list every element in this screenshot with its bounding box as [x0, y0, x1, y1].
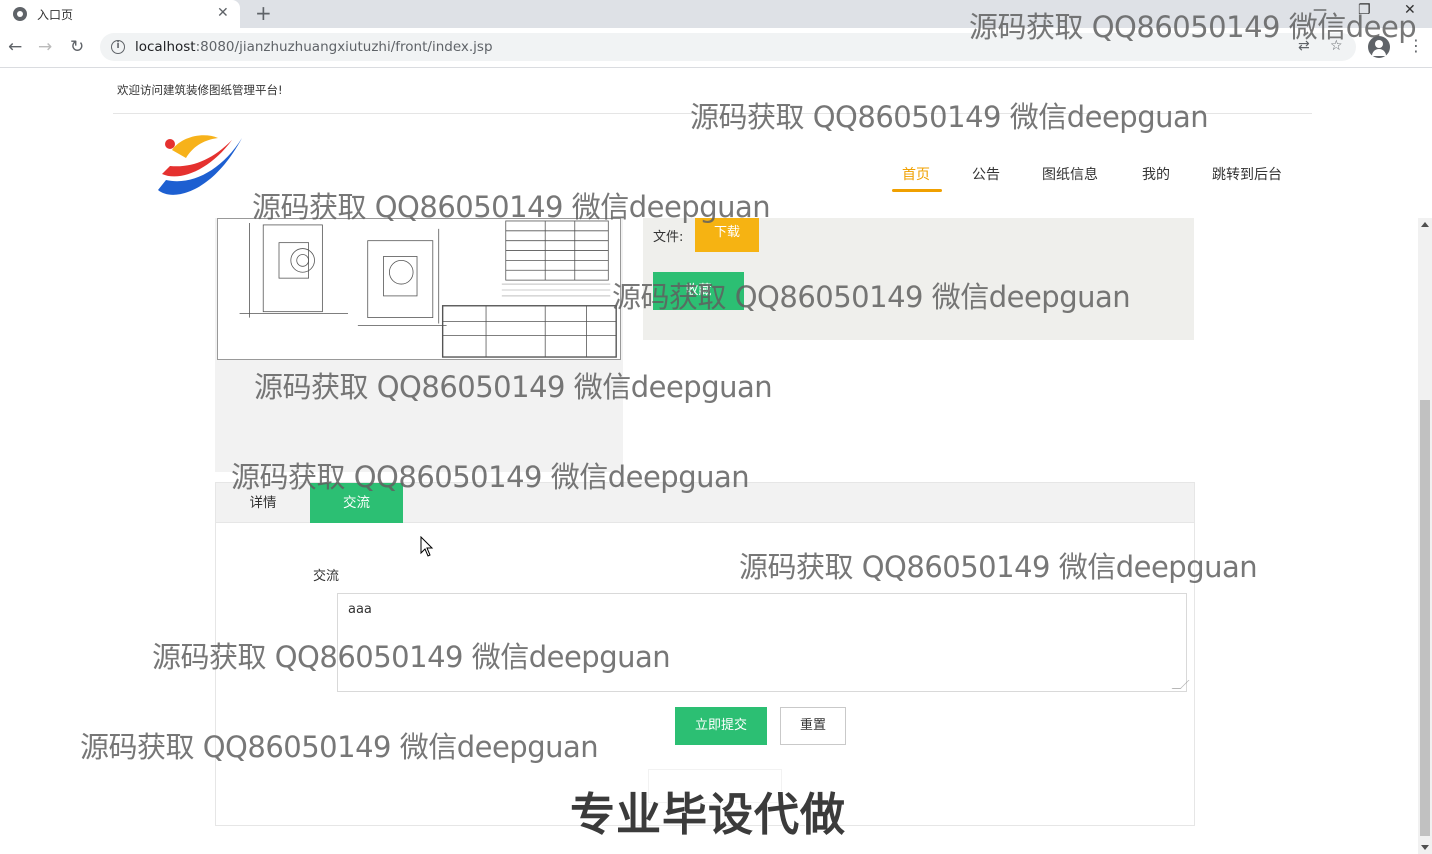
back-icon[interactable]: ←	[8, 37, 22, 57]
nav-mine[interactable]: 我的	[1142, 164, 1170, 184]
download-button[interactable]: 下载	[695, 218, 759, 252]
address-bar[interactable]: i localhost:8080/jianzhuzhuangxiutuzhi/f…	[100, 33, 1356, 61]
promo-text: 专业毕设代做	[570, 788, 847, 841]
drawing-info-panel: 文件: 下载 收藏	[643, 218, 1194, 340]
page-scrollbar[interactable]	[1418, 218, 1432, 854]
page-content: 欢迎访问建筑装修图纸管理平台! 首页 公告 图纸信息 我的 跳转到后台 文件: …	[0, 68, 1418, 854]
tab-detail[interactable]: 详情	[216, 483, 310, 523]
browser-tab-strip: 入口页 ✕ + — ❐ ✕	[0, 0, 1432, 28]
info-icon[interactable]: i	[111, 40, 125, 54]
reload-icon[interactable]: ↻	[70, 37, 84, 57]
detail-tabs-card: 详情 交流 交流 aaa 立即提交 重置	[215, 482, 1195, 826]
header-divider	[113, 113, 1312, 114]
window-close-icon[interactable]: ✕	[1404, 2, 1416, 18]
welcome-text: 欢迎访问建筑装修图纸管理平台!	[117, 83, 283, 97]
nav-active-indicator	[892, 189, 942, 192]
comment-textarea[interactable]: aaa	[337, 593, 1187, 692]
star-icon[interactable]: ☆	[1330, 38, 1343, 54]
new-tab-button[interactable]: +	[255, 1, 272, 25]
mouse-cursor-icon	[420, 536, 434, 557]
globe-icon	[13, 7, 27, 21]
nav-notice[interactable]: 公告	[972, 164, 1000, 184]
tab-bar: 详情 交流	[216, 483, 1194, 523]
drawing-image	[217, 218, 621, 360]
scroll-thumb[interactable]	[1420, 400, 1430, 836]
tab-comment[interactable]: 交流	[310, 483, 403, 523]
scroll-up-icon[interactable]	[1421, 222, 1429, 227]
forward-icon[interactable]: →	[38, 37, 52, 57]
close-icon[interactable]: ✕	[217, 4, 229, 22]
browser-tab-title: 入口页	[37, 8, 74, 22]
profile-avatar[interactable]	[1368, 36, 1390, 58]
nav-admin[interactable]: 跳转到后台	[1212, 164, 1282, 184]
reset-button[interactable]: 重置	[780, 707, 846, 745]
collect-button[interactable]: 收藏	[653, 272, 744, 310]
browser-tab[interactable]: 入口页 ✕	[0, 0, 240, 28]
comment-label: 交流	[313, 569, 340, 584]
scroll-down-icon[interactable]	[1421, 845, 1429, 850]
nav-home[interactable]: 首页	[902, 164, 930, 184]
submit-button[interactable]: 立即提交	[675, 707, 767, 745]
translate-icon[interactable]: ⇄	[1298, 38, 1310, 54]
minimize-icon[interactable]: —	[1313, 2, 1327, 18]
nav-drawings[interactable]: 图纸信息	[1042, 164, 1098, 184]
site-logo[interactable]	[152, 130, 248, 202]
file-label: 文件:	[653, 230, 684, 245]
browser-toolbar: ← → ↻ i localhost:8080/jianzhuzhuangxiut…	[0, 28, 1432, 68]
more-menu-icon[interactable]: ⋮	[1408, 36, 1424, 56]
restore-icon[interactable]: ❐	[1358, 2, 1371, 18]
url-text: localhost:8080/jianzhuzhuangxiutuzhi/fro…	[135, 39, 493, 55]
